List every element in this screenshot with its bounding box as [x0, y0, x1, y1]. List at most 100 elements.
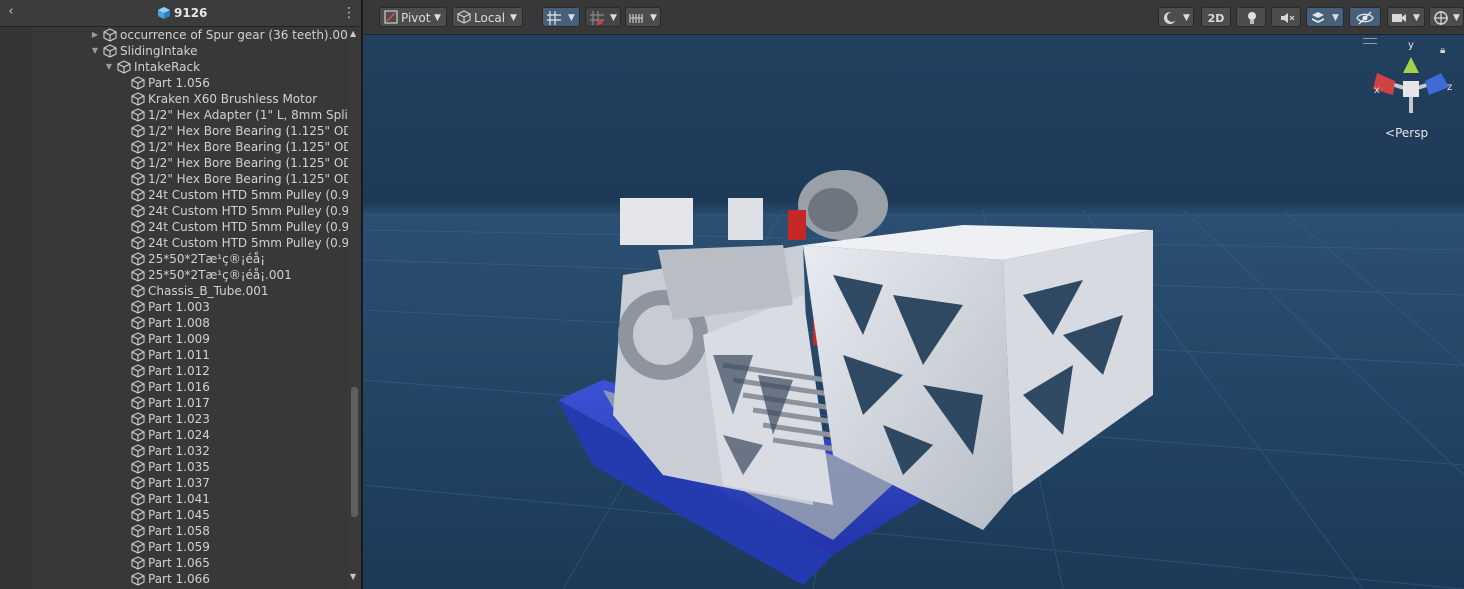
gameobject-cube-icon: [103, 44, 117, 58]
chevron-left-icon[interactable]: ‹: [4, 4, 18, 20]
hierarchy-row-label: Part 1.065: [148, 556, 210, 570]
axis-x-label: x: [1374, 85, 1380, 96]
scene-title: 9126: [174, 6, 208, 20]
hierarchy-row[interactable]: Part 1.066: [0, 571, 348, 587]
scroll-down-icon[interactable]: ▼: [350, 572, 356, 581]
gameobject-cube-icon: [131, 556, 145, 570]
gameobject-cube-icon: [131, 220, 145, 234]
hierarchy-row[interactable]: Part 1.037: [0, 475, 348, 491]
gameobject-cube-icon: [131, 140, 145, 154]
pivot-icon: [384, 10, 398, 24]
scrollbar-thumb[interactable]: [351, 387, 358, 517]
effects-dropdown[interactable]: ▼: [1306, 7, 1344, 27]
grid-snap-icon: [547, 11, 561, 25]
gameobject-cube-icon: [131, 492, 145, 506]
hierarchy-row[interactable]: Chassis_B_Tube.001: [0, 283, 348, 299]
hierarchy-row[interactable]: 24t Custom HTD 5mm Pulley (0.945: [0, 187, 348, 203]
hierarchy-row[interactable]: ▶ occurrence of Spur gear (36 teeth).001: [0, 27, 348, 43]
hierarchy-row[interactable]: Part 1.011: [0, 347, 348, 363]
hierarchy-panel: ‹ 9126 ⋮ ▶ occurrence of Spur gear (36 te…: [0, 0, 361, 589]
hierarchy-row[interactable]: Part 1.016: [0, 379, 348, 395]
shading-mode-dropdown[interactable]: ▼: [1158, 7, 1194, 27]
ruler-dropdown[interactable]: ▼: [625, 7, 661, 27]
gizmos-dropdown[interactable]: ▼: [1429, 7, 1464, 27]
hierarchy-row[interactable]: Part 1.032: [0, 443, 348, 459]
hierarchy-row[interactable]: Part 1.035: [0, 459, 348, 475]
hierarchy-row[interactable]: Part 1.065: [0, 555, 348, 571]
chevron-down-icon: ▼: [1332, 13, 1339, 23]
hierarchy-row-label: 1/2" Hex Bore Bearing (1.125" OD, 0: [148, 140, 348, 154]
collapse-arrow-icon[interactable]: ▶: [90, 27, 100, 43]
hierarchy-row[interactable]: Part 1.023: [0, 411, 348, 427]
hierarchy-row-label: Part 1.045: [148, 508, 210, 522]
hierarchy-row-label: Part 1.032: [148, 444, 210, 458]
hierarchy-row[interactable]: ▼ SlidingIntake: [0, 43, 348, 59]
hierarchy-row[interactable]: Part 1.009: [0, 331, 348, 347]
hierarchy-tree: ▶ occurrence of Spur gear (36 teeth).001 ▼…: [0, 27, 348, 589]
local-label: Local: [474, 11, 506, 25]
local-dropdown[interactable]: Local ▼: [452, 7, 523, 27]
hierarchy-row[interactable]: Part 1.059: [0, 539, 348, 555]
hierarchy-row[interactable]: Part 1.056: [0, 75, 348, 91]
hierarchy-row[interactable]: Part 1.024: [0, 427, 348, 443]
hierarchy-row[interactable]: 1/2" Hex Adapter (1" L, 8mm SplineX: [0, 107, 348, 123]
hierarchy-row[interactable]: 25*50*2Tæ¹ç®¡éå¡: [0, 251, 348, 267]
lighting-toggle[interactable]: [1236, 7, 1266, 27]
hierarchy-row-label: Part 1.023: [148, 412, 210, 426]
hierarchy-row-label: 24t Custom HTD 5mm Pulley (0.945: [148, 236, 348, 250]
hierarchy-row[interactable]: 24t Custom HTD 5mm Pulley (0.945: [0, 203, 348, 219]
gameobject-cube-icon: [131, 188, 145, 202]
gameobject-cube-icon: [131, 444, 145, 458]
hierarchy-row[interactable]: Part 1.017: [0, 395, 348, 411]
scroll-up-icon[interactable]: ▲: [350, 29, 356, 38]
hierarchy-row-label: Part 1.016: [148, 380, 210, 394]
gameobject-cube-icon: [131, 284, 145, 298]
grid-snap-toggle[interactable]: ▼: [542, 7, 580, 27]
hierarchy-row[interactable]: ▼ IntakeRack: [0, 59, 348, 75]
gameobject-cube-icon: [131, 124, 145, 138]
scene-visibility-toggle[interactable]: [1349, 7, 1381, 27]
hierarchy-row[interactable]: 24t Custom HTD 5mm Pulley (0.945: [0, 235, 348, 251]
axis-z-label: z: [1447, 82, 1453, 93]
hierarchy-row[interactable]: 24t Custom HTD 5mm Pulley (0.945: [0, 219, 348, 235]
chevron-down-icon: ▼: [510, 13, 517, 23]
hierarchy-row-label: Chassis_B_Tube.001: [148, 284, 269, 298]
local-icon: [457, 10, 471, 24]
chevron-down-icon: ▼: [434, 13, 441, 23]
hierarchy-row[interactable]: 25*50*2Tæ¹ç®¡éå¡.001: [0, 267, 348, 283]
hierarchy-row-label: SlidingIntake: [120, 44, 198, 58]
mode-2d-toggle[interactable]: 2D: [1201, 7, 1231, 27]
hierarchy-row-label: Part 1.011: [148, 348, 210, 362]
hierarchy-scrollbar[interactable]: ▲ ▼: [348, 27, 361, 589]
lock-icon[interactable]: 🔒︎: [1440, 45, 1445, 56]
expand-arrow-icon[interactable]: ▼: [104, 59, 114, 75]
gameobject-cube-icon: [103, 28, 117, 42]
hierarchy-row-label: Part 1.066: [148, 572, 210, 586]
gameobject-cube-icon: [131, 300, 145, 314]
hierarchy-row-label: Part 1.012: [148, 364, 210, 378]
projection-toggle[interactable]: <Persp: [1385, 126, 1428, 140]
hierarchy-row[interactable]: Part 1.012: [0, 363, 348, 379]
gizmos-icon: [1434, 11, 1448, 25]
hierarchy-row[interactable]: 1/2" Hex Bore Bearing (1.125" OD, 0: [0, 123, 348, 139]
scene-view: Pivot ▼ Local ▼ ▼ ▼ ▼ ▼ 2D ▼ ▼ ▼ y x z 🔒…: [363, 0, 1464, 589]
hierarchy-row[interactable]: Part 1.003: [0, 299, 348, 315]
camera-dropdown[interactable]: ▼: [1387, 7, 1425, 27]
pivot-dropdown[interactable]: Pivot ▼: [379, 7, 447, 27]
hierarchy-row[interactable]: Part 1.008: [0, 315, 348, 331]
gizmo-menu-icon[interactable]: [1363, 38, 1377, 44]
hierarchy-row[interactable]: 1/2" Hex Bore Bearing (1.125" OD, 0: [0, 139, 348, 155]
hierarchy-row[interactable]: Part 1.058: [0, 523, 348, 539]
audio-toggle[interactable]: [1271, 7, 1301, 27]
expand-arrow-icon[interactable]: ▼: [90, 43, 100, 59]
hierarchy-row-label: 1/2" Hex Bore Bearing (1.125" OD, 0: [148, 156, 348, 170]
hierarchy-row[interactable]: Part 1.041: [0, 491, 348, 507]
hierarchy-row-label: Part 1.037: [148, 476, 210, 490]
hierarchy-row[interactable]: Part 1.045: [0, 507, 348, 523]
hierarchy-row[interactable]: 1/2" Hex Bore Bearing (1.125" OD, 0: [0, 171, 348, 187]
kebab-menu-icon[interactable]: ⋮: [342, 5, 356, 21]
scene-viewport[interactable]: [363, 35, 1464, 589]
hierarchy-row[interactable]: Kraken X60 Brushless Motor: [0, 91, 348, 107]
hierarchy-row[interactable]: 1/2" Hex Bore Bearing (1.125" OD, 0: [0, 155, 348, 171]
snap-increment-toggle[interactable]: ▼: [585, 7, 621, 27]
